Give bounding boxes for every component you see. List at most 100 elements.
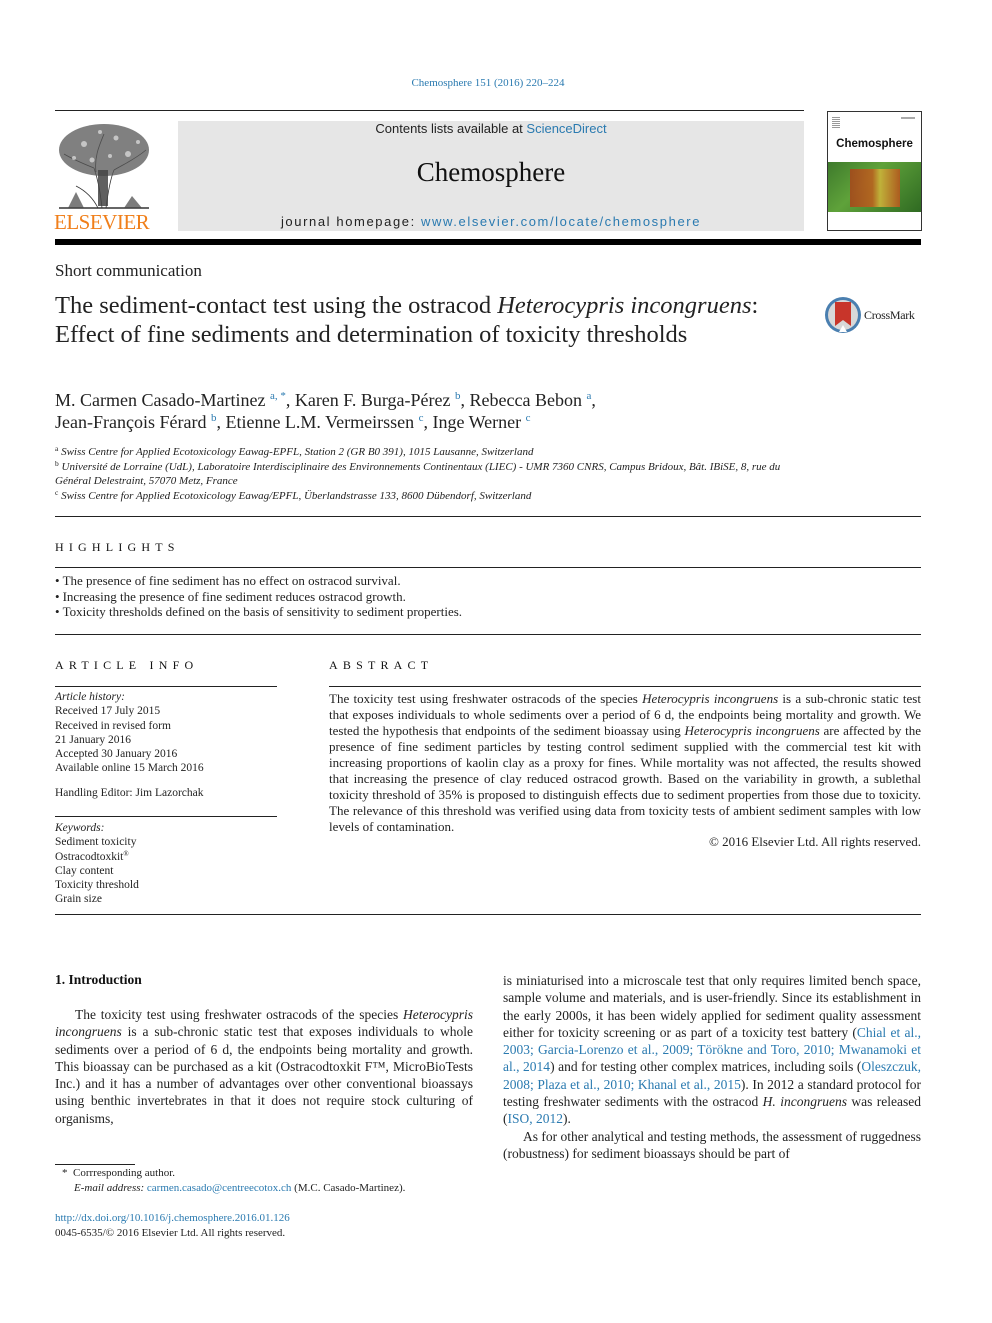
keyword-item: Clay content	[55, 864, 114, 877]
email-suffix: (M.C. Casado-Martinez).	[294, 1182, 406, 1194]
author-separator: ,	[460, 390, 470, 410]
intro-paragraph: is miniaturised into a microscale test t…	[503, 972, 921, 1128]
citation-link[interactable]: ISO, 2012	[508, 1111, 564, 1126]
journal-homepage-line: journal homepage: www.elsevier.com/locat…	[178, 214, 804, 229]
affiliation-key: c	[55, 487, 59, 497]
footnote-rule	[55, 1164, 135, 1165]
highlights-bottom-rule	[55, 634, 921, 635]
intro-species: H. incongruens	[762, 1094, 847, 1110]
affiliation-key: b	[55, 458, 59, 468]
author-name: Rebecca Bebon	[469, 390, 582, 410]
author-separator: ,	[285, 390, 295, 410]
history-spacer	[55, 776, 277, 786]
keywords: Keywords: Sediment toxicity Ostracodtoxk…	[55, 821, 277, 907]
header-thick-rule	[55, 239, 921, 245]
abstract-copyright: © 2016 Elsevier Ltd. All rights reserved…	[708, 834, 921, 849]
abstract-heading: ABSTRACT	[329, 658, 434, 672]
abstract-species: Heterocypris incongruens	[684, 723, 820, 738]
footnote-line: E-mail address: carmen.casado@centreecot…	[62, 1181, 492, 1196]
author-name: Jean-François Férard	[55, 412, 207, 432]
author-name: Karen F. Burga-Pérez	[294, 390, 451, 410]
highlights-heading: HIGHLIGHTS	[55, 540, 180, 554]
cover-leaf-image	[828, 162, 921, 212]
crossmark-label: CrossMark	[864, 308, 915, 322]
introduction-heading: 1. Introduction	[55, 972, 142, 987]
affiliation-key: a	[55, 444, 59, 453]
keywords-label: Keywords:	[55, 822, 105, 834]
history-item: Accepted 30 January 2016	[55, 748, 178, 761]
affiliation-divider	[55, 516, 921, 517]
article-type: Short communication	[55, 261, 202, 280]
crossmark-icon	[825, 297, 861, 333]
history-item: Received in revised form	[55, 719, 171, 732]
affiliation-item: b Université de Lorraine (UdL), Laborato…	[55, 458, 815, 489]
abstract-seg: are affected by the presence of fine sed…	[329, 723, 921, 834]
author-affiliation-marker[interactable]: a, *	[270, 390, 286, 402]
highlights-list: The presence of fine sediment has no eff…	[55, 573, 915, 620]
front-matter-bottom-rule	[55, 914, 921, 915]
author[interactable]: M. Carmen Casado-Martinez a, *	[55, 390, 286, 410]
author[interactable]: Etienne L.M. Vermeirssen c	[225, 412, 423, 432]
keyword-item: Ostracodtoxkit®	[55, 850, 277, 864]
title-species-italic: Heterocypris incongruens	[497, 292, 752, 319]
introduction-left-column: The toxicity test using freshwater ostra…	[55, 1006, 473, 1127]
history-label: Article history:	[55, 691, 125, 703]
keyword-text: Ostracodtoxkit	[55, 850, 124, 863]
cover-leaf-highlight	[850, 169, 900, 207]
affiliation-list: a Swiss Centre for Applied Ecotoxicology…	[55, 445, 815, 503]
keyword-item: Toxicity threshold	[55, 879, 139, 892]
cover-journal-title: Chemosphere	[836, 138, 913, 150]
footnote-marker: *	[62, 1167, 68, 1179]
sciencedirect-link[interactable]: ScienceDirect	[526, 121, 606, 136]
elsevier-wordmark: ELSEVIER	[54, 210, 150, 234]
journal-name: Chemosphere	[416, 157, 566, 187]
abstract-text: The toxicity test using freshwater ostra…	[329, 691, 921, 835]
author-email-link[interactable]: carmen.casado@centreecotox.ch	[147, 1182, 292, 1194]
article-info-rule	[55, 686, 277, 687]
article-history: Article history: Received 17 July 2015 R…	[55, 690, 277, 800]
affiliation-item: c Swiss Centre for Applied Ecotoxicology…	[55, 487, 815, 504]
abstract-rule	[329, 686, 921, 687]
crossmark-button[interactable]: CrossMark	[824, 296, 924, 336]
author-name: Inge Werner	[432, 412, 522, 432]
author[interactable]: Jean-François Férard b	[55, 412, 216, 432]
doi-link[interactable]: http://dx.doi.org/10.1016/j.chemosphere.…	[55, 1212, 290, 1224]
issn-line: 0045-6535/© 2016 Elsevier Ltd. All right…	[55, 1227, 286, 1239]
footnote-line: * Corrresponding author.	[62, 1166, 492, 1181]
author[interactable]: Karen F. Burga-Pérez b	[295, 390, 461, 410]
abstract-seg: The toxicity test using freshwater ostra…	[329, 691, 643, 706]
author[interactable]: Inge Werner c	[432, 412, 530, 432]
history-item: Available online 15 March 2016	[55, 762, 204, 775]
journal-citation-link[interactable]: Chemosphere 151 (2016) 220–224	[0, 77, 976, 89]
affiliation-text: Swiss Centre for Applied Ecotoxicology E…	[61, 489, 532, 502]
cover-publisher-icon	[832, 116, 840, 128]
author-separator: ,	[591, 390, 596, 410]
affiliation-text: Swiss Centre for Applied Ecotoxicology E…	[61, 446, 534, 458]
intro-seg: ).	[563, 1111, 571, 1127]
author[interactable]: Rebecca Bebon a	[470, 390, 592, 410]
journal-cover-thumbnail[interactable]: Chemosphere	[827, 111, 922, 231]
article-info-heading: ARTICLE INFO	[55, 658, 199, 672]
highlight-item: Increasing the presence of fine sediment…	[55, 589, 915, 605]
highlights-top-rule	[55, 567, 921, 568]
title-text-1: The sediment-contact test using the ostr…	[55, 292, 498, 319]
handling-editor: Handling Editor: Jim Lazorchak	[55, 786, 204, 799]
affiliation-item: a Swiss Centre for Applied Ecotoxicology…	[55, 445, 815, 460]
introduction-right-column: is miniaturised into a microscale test t…	[503, 972, 921, 1162]
history-item: 21 January 2016	[55, 733, 132, 746]
author-list: M. Carmen Casado-Martinez a, *, Karen F.…	[55, 389, 855, 433]
intro-seg: ) and for testing other complex matrices…	[550, 1059, 862, 1075]
footnote-text: Corrresponding author.	[73, 1167, 176, 1179]
homepage-prefix: journal homepage:	[280, 214, 422, 229]
contents-availability-line: Contents lists available at ScienceDirec…	[178, 121, 804, 136]
cover-issue-text	[901, 117, 915, 119]
highlight-item: Toxicity thresholds defined on the basis…	[55, 604, 915, 620]
highlight-item: The presence of fine sediment has no eff…	[55, 573, 915, 589]
journal-banner: Contents lists available at ScienceDirec…	[178, 121, 804, 231]
author-name: M. Carmen Casado-Martinez	[55, 390, 266, 410]
keyword-item: Sediment toxicity	[55, 836, 137, 849]
journal-homepage-link[interactable]: www.elsevier.com/locate/chemosphere	[421, 214, 701, 229]
intro-seg: The toxicity test using freshwater ostra…	[75, 1007, 404, 1022]
article-title: The sediment-contact test using the ostr…	[55, 292, 795, 349]
author-affiliation-marker[interactable]: c	[526, 412, 531, 424]
